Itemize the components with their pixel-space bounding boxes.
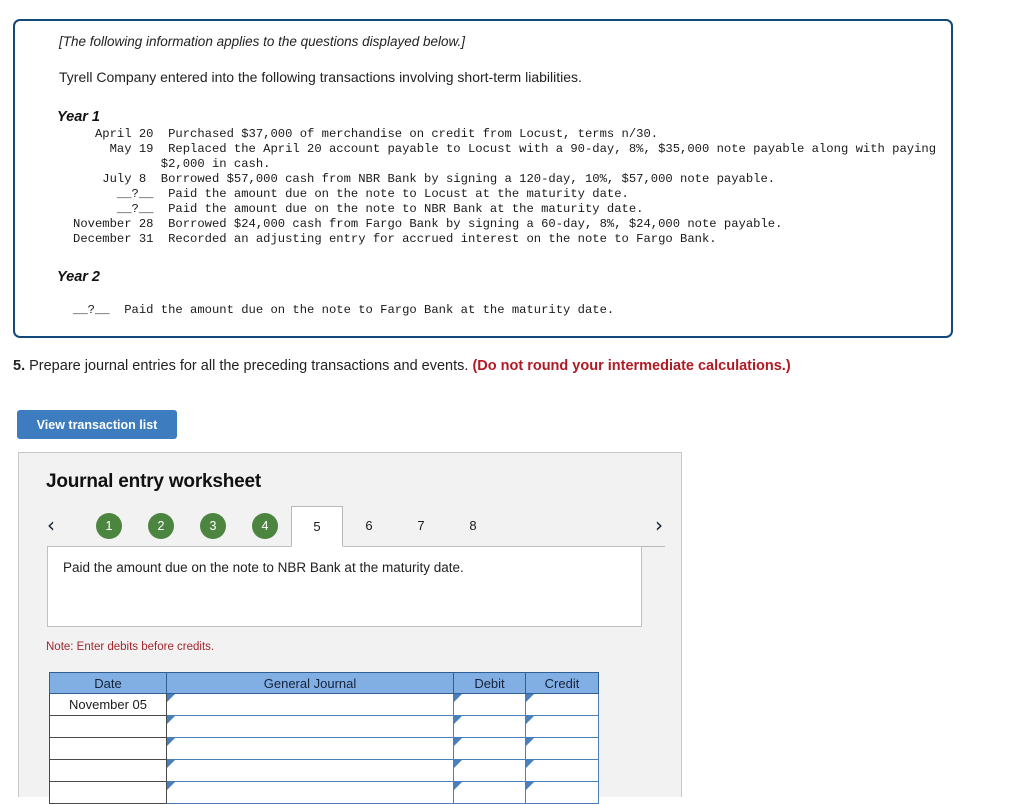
- cell-debit[interactable]: [453, 759, 526, 782]
- intro-sentence: Tyrell Company entered into the followin…: [59, 69, 582, 85]
- worksheet-tab-3[interactable]: 3: [187, 506, 239, 547]
- worksheet-tab-5[interactable]: 5: [291, 506, 343, 547]
- intro-italic-note: [The following information applies to th…: [59, 34, 465, 49]
- journal-entry-table: Date General Journal Debit Credit Novemb…: [49, 672, 599, 804]
- table-row: [49, 781, 599, 804]
- worksheet-title: Journal entry worksheet: [46, 471, 262, 492]
- cell-date[interactable]: [49, 781, 167, 804]
- question-text: Prepare journal entries for all the prec…: [25, 358, 473, 374]
- question-number: 5.: [13, 358, 26, 374]
- cell-date[interactable]: November 05: [49, 693, 167, 716]
- table-row: November 05: [49, 693, 599, 716]
- journal-entry-worksheet-panel: Journal entry worksheet ‹ › 1234 5 6 7 8 Pai…: [18, 452, 682, 804]
- year-2-transaction-list: __?__ Paid the amount due on the note to…: [73, 303, 615, 317]
- column-header-credit: Credit: [525, 672, 599, 694]
- column-header-date: Date: [49, 672, 167, 694]
- cell-credit[interactable]: [525, 759, 599, 782]
- cell-date[interactable]: [49, 759, 167, 782]
- cell-debit[interactable]: [453, 737, 526, 760]
- worksheet-tab-label: 1: [96, 513, 122, 539]
- debits-before-credits-note: Note: Enter debits before credits.: [46, 641, 215, 653]
- worksheet-tab-label: 3: [200, 513, 226, 539]
- year-1-transaction-list: April 20 Purchased $37,000 of merchandis…: [73, 127, 937, 246]
- year-1-heading: Year 1: [57, 109, 100, 125]
- question-emphasis: (Do not round your intermediate calculat…: [472, 358, 791, 374]
- worksheet-tab-label: 7: [417, 518, 425, 533]
- cell-general-journal[interactable]: [166, 693, 454, 716]
- worksheet-tab-label: 5: [313, 519, 321, 534]
- cell-date[interactable]: [49, 737, 167, 760]
- worksheet-tab-label: 6: [365, 518, 373, 533]
- chevron-left-icon[interactable]: ‹: [47, 515, 55, 535]
- view-transaction-list-button[interactable]: View transaction list: [17, 410, 177, 439]
- worksheet-tab-label: 2: [148, 513, 174, 539]
- cell-general-journal[interactable]: [166, 715, 454, 738]
- cell-credit[interactable]: [525, 693, 599, 716]
- cell-debit[interactable]: [453, 693, 526, 716]
- worksheet-tab-2[interactable]: 2: [135, 506, 187, 547]
- table-row: [49, 759, 599, 782]
- worksheet-tab-strip: ‹ › 1234 5 6 7 8: [47, 506, 665, 547]
- cell-debit[interactable]: [453, 715, 526, 738]
- cell-date[interactable]: [49, 715, 167, 738]
- column-header-general-journal: General Journal: [166, 672, 454, 694]
- entry-description-box: Paid the amount due on the note to NBR B…: [47, 546, 642, 627]
- column-header-debit: Debit: [453, 672, 526, 694]
- information-panel: [The following information applies to th…: [13, 19, 953, 338]
- worksheet-tab-7[interactable]: 7: [395, 506, 447, 547]
- worksheet-tab-4[interactable]: 4: [239, 506, 291, 547]
- table-row: [49, 715, 599, 738]
- cell-general-journal[interactable]: [166, 737, 454, 760]
- question-line: 5. Prepare journal entries for all the p…: [13, 358, 791, 374]
- cell-debit[interactable]: [453, 781, 526, 804]
- cell-credit[interactable]: [525, 737, 599, 760]
- cell-general-journal[interactable]: [166, 759, 454, 782]
- cell-general-journal[interactable]: [166, 781, 454, 804]
- chevron-right-icon[interactable]: ›: [655, 515, 663, 535]
- worksheet-tab-6[interactable]: 6: [343, 506, 395, 547]
- worksheet-tab-label: 8: [469, 518, 477, 533]
- year-2-heading: Year 2: [57, 269, 100, 285]
- worksheet-tab-label: 4: [252, 513, 278, 539]
- worksheet-tab-8[interactable]: 8: [447, 506, 499, 547]
- cell-credit[interactable]: [525, 715, 599, 738]
- worksheet-tab-1[interactable]: 1: [83, 506, 135, 547]
- entry-description-text: Paid the amount due on the note to NBR B…: [63, 560, 464, 575]
- table-row: [49, 737, 599, 760]
- cell-credit[interactable]: [525, 781, 599, 804]
- table-header-row: Date General Journal Debit Credit: [49, 672, 599, 694]
